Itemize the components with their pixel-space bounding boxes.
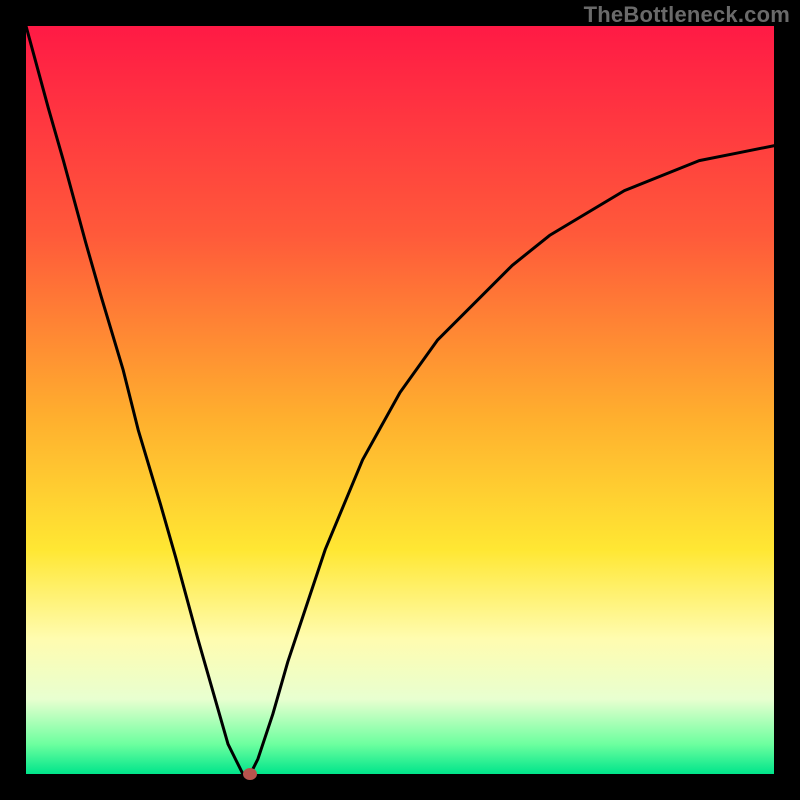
watermark-text: TheBottleneck.com	[584, 2, 790, 28]
bottleneck-curve-path	[26, 26, 774, 774]
curve-svg	[26, 26, 774, 774]
optimal-marker	[243, 768, 257, 780]
chart-frame: TheBottleneck.com	[0, 0, 800, 800]
